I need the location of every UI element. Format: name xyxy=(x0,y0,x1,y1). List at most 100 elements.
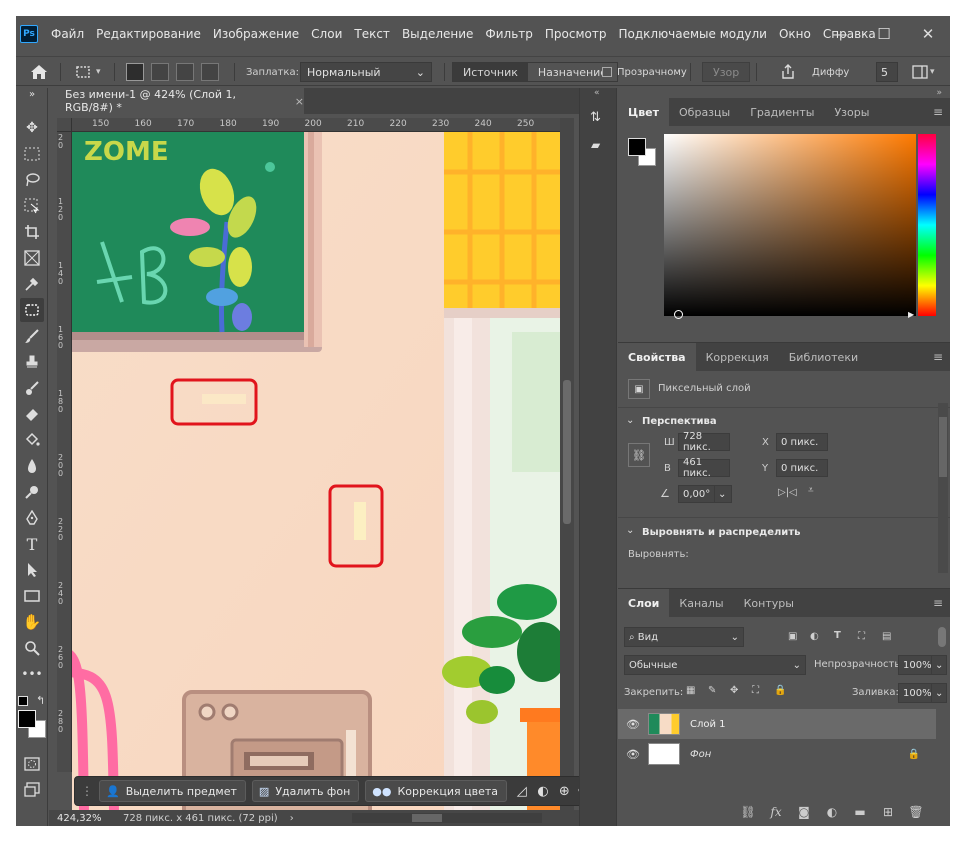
default-colors-icon[interactable] xyxy=(18,696,28,706)
screen-mode-icon[interactable] xyxy=(20,778,44,802)
tab-layers[interactable]: Слои xyxy=(618,589,670,617)
collapse-strip-icon[interactable]: « xyxy=(594,88,600,98)
hand-tool-icon[interactable]: ✋ xyxy=(20,610,44,634)
eye-icon[interactable]: 👁 xyxy=(618,718,648,731)
x-input[interactable]: 0 пикс. xyxy=(776,433,828,451)
tab-paths[interactable]: Контуры xyxy=(734,589,804,617)
lasso-tool-icon[interactable] xyxy=(20,168,44,192)
menu-window[interactable]: Окно xyxy=(773,27,817,41)
dodge-tool-icon[interactable] xyxy=(20,480,44,504)
new-selection-button[interactable] xyxy=(126,63,144,81)
panel-menu-icon[interactable]: ≡ xyxy=(926,98,950,126)
patch-tool-preset-icon[interactable]: ▾ xyxy=(74,57,101,87)
hue-slider[interactable] xyxy=(918,134,936,316)
lock-position-icon[interactable]: ✥ xyxy=(730,685,738,696)
layers-menu-icon[interactable]: ≡ xyxy=(926,589,950,617)
drag-handle-icon[interactable]: ⋮ xyxy=(81,784,93,798)
y-input[interactable]: 0 пикс. xyxy=(776,459,828,477)
add-mask-icon[interactable]: ◙ xyxy=(790,805,818,819)
eye-icon[interactable]: 👁 xyxy=(618,748,648,761)
color-correction-button[interactable]: ●● Коррекция цвета xyxy=(365,780,508,802)
canvas-vertical-scrollbar[interactable] xyxy=(560,118,574,812)
flip-horizontal-icon[interactable]: ▷|◁ xyxy=(778,487,797,498)
clone-stamp-tool-icon[interactable] xyxy=(20,350,44,374)
subtract-selection-button[interactable] xyxy=(176,63,194,81)
workspace-icon[interactable]: ▾ xyxy=(912,57,935,87)
paint-bucket-tool-icon[interactable] xyxy=(20,428,44,452)
opacity-input[interactable]: 100% xyxy=(898,655,932,675)
color-field[interactable] xyxy=(664,134,916,319)
opacity-dropdown-icon[interactable]: ⌄ xyxy=(931,655,947,675)
tab-gradients[interactable]: Градиенты xyxy=(740,98,824,126)
foreground-color-swatch[interactable] xyxy=(18,710,36,728)
layer-row-layer1[interactable]: 👁 Слой 1 xyxy=(618,709,936,739)
new-adjustment-icon[interactable]: ◐ xyxy=(818,805,846,819)
filter-type-icon[interactable]: T xyxy=(834,630,841,641)
filter-shape-icon[interactable]: ⛶ xyxy=(858,631,865,642)
fx-icon[interactable]: fx xyxy=(762,805,790,819)
object-selection-tool-icon[interactable] xyxy=(20,194,44,218)
chevron-right-icon[interactable]: › xyxy=(290,813,294,824)
type-tool-icon[interactable]: T xyxy=(20,532,44,556)
patch-tool-icon[interactable] xyxy=(20,298,44,322)
fill-input[interactable]: 100% xyxy=(898,683,932,703)
blend-mode-select[interactable]: Обычные ⌄ xyxy=(624,655,806,675)
menu-plugins[interactable]: Подключаемые модули xyxy=(612,27,773,41)
share-icon[interactable] xyxy=(780,57,796,87)
move-tool-icon[interactable]: ✥ xyxy=(20,116,44,140)
zoom-level[interactable]: 424,32% xyxy=(49,813,103,824)
quick-mask-icon[interactable] xyxy=(20,752,44,776)
layer-filter-select[interactable]: ⌕ Вид ⌄ xyxy=(624,627,744,647)
new-layer-icon[interactable]: ⊞ xyxy=(874,805,902,819)
tab-libraries[interactable]: Библиотеки xyxy=(779,343,868,371)
tab-channels[interactable]: Каналы xyxy=(669,589,733,617)
layer-row-background[interactable]: 👁 Фон 🔒 xyxy=(618,739,936,769)
close-button[interactable]: ✕ xyxy=(906,16,950,52)
blur-tool-icon[interactable] xyxy=(20,454,44,478)
color-foreground-swatch[interactable] xyxy=(628,138,646,156)
properties-scrollbar[interactable] xyxy=(938,403,948,573)
remove-background-button[interactable]: ▨ Удалить фон xyxy=(251,780,360,802)
delete-layer-icon[interactable]: 🗑 xyxy=(902,805,930,819)
marquee-tool-icon[interactable] xyxy=(20,142,44,166)
use-pattern-button[interactable]: Узор xyxy=(702,62,751,82)
new-group-icon[interactable]: ▬ xyxy=(846,805,874,819)
filter-pixel-icon[interactable]: ▣ xyxy=(788,631,797,642)
intersect-selection-button[interactable] xyxy=(201,63,219,81)
history-panel-icon[interactable]: ⇅ xyxy=(590,110,601,125)
lock-artboard-icon[interactable]: ⛶ xyxy=(752,685,759,696)
patch-mode-select[interactable]: Нормальный ⌄ xyxy=(300,62,432,82)
rectangle-tool-icon[interactable] xyxy=(20,584,44,608)
adjustment-icon[interactable]: ◐ xyxy=(534,780,551,802)
menu-layers[interactable]: Слои xyxy=(305,27,348,41)
brush-tool-icon[interactable] xyxy=(20,324,44,348)
chevron-down-icon[interactable]: ⌄ xyxy=(626,415,634,426)
collapse-tools-icon[interactable]: » xyxy=(20,88,44,100)
canvas-horizontal-scrollbar[interactable] xyxy=(351,813,542,823)
fill-dropdown-icon[interactable]: ⌄ xyxy=(931,683,947,703)
add-to-selection-button[interactable] xyxy=(151,63,169,81)
menu-view[interactable]: Просмотр xyxy=(539,27,613,41)
eraser-tool-icon[interactable] xyxy=(20,402,44,426)
height-input[interactable]: 461 пикс. xyxy=(678,457,730,479)
collapse-right-icon[interactable]: » xyxy=(936,88,942,98)
lock-transparent-icon[interactable]: ▦ xyxy=(686,685,695,696)
lock-all-icon[interactable]: 🔒 xyxy=(774,685,786,696)
angle-dropdown-icon[interactable]: ⌄ xyxy=(714,485,732,503)
menu-select[interactable]: Выделение xyxy=(396,27,479,41)
document-canvas[interactable]: ZOME xyxy=(72,132,560,812)
transparent-checkbox[interactable] xyxy=(602,67,612,77)
select-subject-button[interactable]: 👤 Выделить предмет xyxy=(99,780,246,802)
menu-edit[interactable]: Редактирование xyxy=(90,27,207,41)
crop-tool-icon[interactable] xyxy=(20,220,44,244)
properties-menu-icon[interactable]: ≡ xyxy=(926,343,950,371)
more-tools-icon[interactable]: ••• xyxy=(20,662,44,686)
lock-image-icon[interactable]: ✎ xyxy=(708,685,716,696)
transform-icon[interactable]: ◿ xyxy=(513,780,530,802)
link-layers-icon[interactable]: ⛓ xyxy=(734,805,762,819)
comments-panel-icon[interactable]: ▰ xyxy=(591,138,600,152)
menu-filter[interactable]: Фильтр xyxy=(479,27,538,41)
diffusion-input[interactable]: 5 xyxy=(876,62,898,82)
document-tab[interactable]: Без имени-1 @ 424% (Слой 1, RGB/8#) * × xyxy=(49,88,304,114)
new-layer-icon[interactable]: ⊕ xyxy=(556,780,573,802)
